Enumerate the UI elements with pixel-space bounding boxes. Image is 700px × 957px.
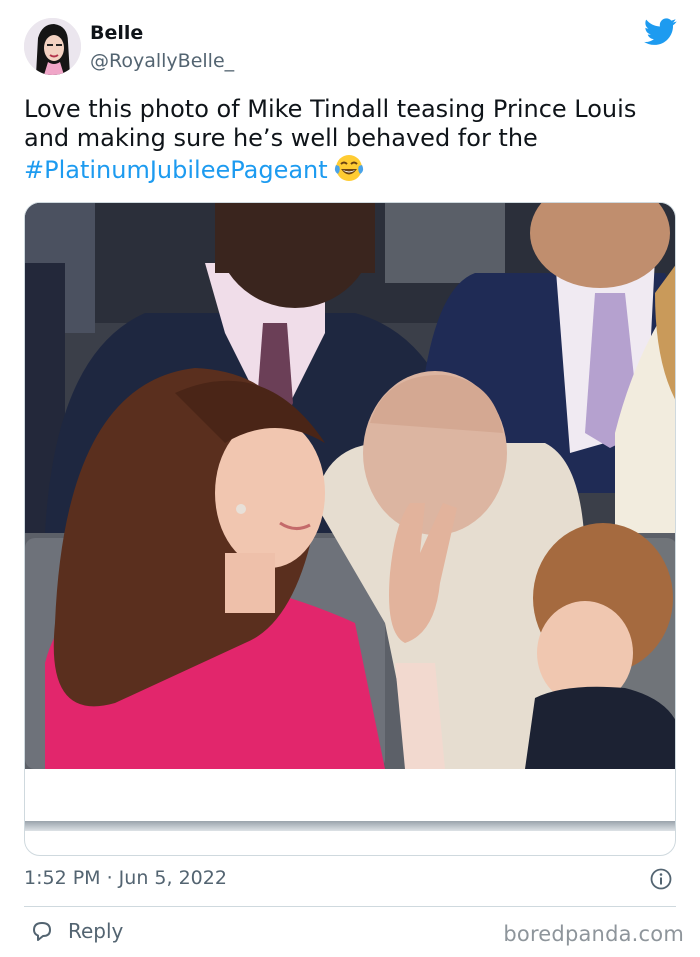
author-avatar[interactable] — [24, 18, 81, 75]
tweet-text: Love this photo of Mike Tindall teasing … — [24, 95, 684, 185]
photo-divider — [25, 821, 675, 831]
author-name[interactable]: Belle — [90, 22, 143, 44]
reply-label: Reply — [68, 919, 124, 943]
tweet-body-text: Love this photo of Mike Tindall teasing … — [24, 95, 637, 152]
tweet-photo[interactable] — [25, 203, 676, 769]
reply-button[interactable]: Reply — [30, 918, 123, 944]
tweet-card: Belle @RoyallyBelle_ Love this photo of … — [0, 0, 700, 957]
speech-bubble-icon — [33, 922, 51, 941]
face-with-tears-of-joy-emoji-icon — [334, 155, 363, 181]
author-handle[interactable]: @RoyallyBelle_ — [90, 50, 234, 72]
tweet-timestamp[interactable]: 1:52 PM · Jun 5, 2022 — [24, 867, 227, 889]
twitter-bird-icon[interactable] — [644, 18, 677, 46]
avatar-illustration-icon — [24, 18, 81, 75]
media-card[interactable] — [24, 202, 676, 856]
photo-caption-area — [25, 769, 675, 821]
action-divider — [24, 906, 676, 907]
watermark: boredpanda.com — [503, 922, 684, 946]
info-icon[interactable] — [650, 868, 672, 890]
hashtag-link[interactable]: #PlatinumJubileePageant — [24, 156, 328, 184]
